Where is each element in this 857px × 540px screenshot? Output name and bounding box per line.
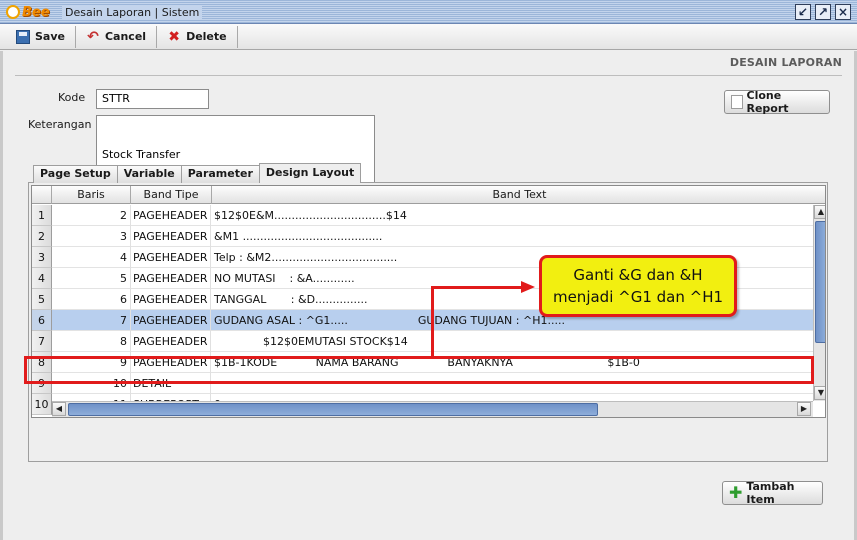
toolbar-separator [236, 25, 238, 48]
toolbar-separator [74, 25, 76, 48]
cell-band-tipe[interactable]: PAGEHEADER [131, 310, 211, 331]
column-header-baris[interactable]: Baris [52, 186, 131, 204]
rownum-header [32, 186, 52, 204]
row-number[interactable]: 5 [32, 289, 52, 310]
clone-report-label: Clone Report [746, 89, 789, 115]
clone-report-button[interactable]: Clone Report [724, 89, 830, 115]
toolbar: Save ↶ Cancel ✖ Delete [0, 24, 857, 50]
cell-band-tipe[interactable]: PAGEHEADER [131, 289, 211, 310]
row-number[interactable]: 10 [32, 394, 52, 415]
page-title: DESAIN LAPORAN [729, 56, 842, 69]
logo-text: Bee [22, 4, 50, 20]
tab-page-setup[interactable]: Page Setup [33, 165, 118, 183]
plus-icon: ✚ [729, 483, 743, 502]
scroll-left-icon[interactable]: ◀ [52, 402, 66, 416]
row-number[interactable]: 3 [32, 247, 52, 268]
table-row[interactable]: 2 3 PAGEHEADER &M1 ........................… [32, 226, 813, 247]
keterangan-label: Keterangan [28, 118, 92, 131]
column-header-band-text[interactable]: Band Text [212, 186, 825, 204]
kode-field[interactable]: STTR [96, 89, 209, 109]
delete-button[interactable]: ✖ Delete [159, 26, 235, 48]
cell-baris[interactable]: 4 [53, 247, 131, 268]
cell-baris[interactable]: 5 [53, 268, 131, 289]
cell-band-text[interactable]: $12$0EMUTASI STOCK$14 [212, 331, 812, 352]
tambah-item-label: Tambah Item [746, 480, 795, 506]
row-number[interactable]: 1 [32, 205, 52, 226]
arrow-head-icon [521, 281, 535, 293]
scroll-right-icon[interactable]: ▶ [797, 402, 811, 416]
tab-parameter[interactable]: Parameter [180, 165, 260, 183]
maximize-icon[interactable]: ↗ [815, 4, 831, 20]
vertical-scrollbar[interactable]: ▲ ▼ [813, 205, 825, 401]
cancel-button[interactable]: ↶ Cancel [78, 26, 154, 48]
cell-band-tipe[interactable]: PAGEHEADER [131, 205, 211, 226]
save-button[interactable]: Save [8, 26, 73, 48]
column-header-band-tipe[interactable]: Band Tipe [131, 186, 212, 204]
row-number[interactable]: 7 [32, 331, 52, 352]
window-title: Desain Laporan | Sistem [62, 6, 203, 19]
tab-strip: Page Setup Variable Parameter Design Lay… [33, 163, 362, 183]
window-controls: ↙ ↗ × [795, 4, 851, 20]
save-icon [16, 29, 30, 44]
vertical-scroll-thumb[interactable] [815, 221, 825, 343]
cell-band-tipe[interactable]: PAGEHEADER [131, 331, 211, 352]
title-bar: Bee Desain Laporan | Sistem ↙ ↗ × [0, 0, 857, 24]
kode-label: Kode [58, 91, 86, 104]
undo-icon: ↶ [87, 28, 99, 45]
cell-band-tipe[interactable]: PAGEHEADER [131, 247, 211, 268]
cell-baris[interactable]: 6 [53, 289, 131, 310]
table-header: Baris Band Tipe Band Text [32, 186, 825, 204]
minimize-icon[interactable]: ↙ [795, 4, 811, 20]
copy-icon [731, 95, 743, 109]
horizontal-scroll-thumb[interactable] [68, 403, 598, 416]
cell-baris[interactable]: 7 [53, 310, 131, 331]
delete-x-icon: ✖ [168, 28, 180, 45]
logo-mark-icon [6, 5, 20, 19]
tambah-item-button[interactable]: ✚ Tambah Item [722, 480, 823, 506]
cancel-label: Cancel [104, 30, 147, 43]
scroll-down-icon[interactable]: ▼ [814, 386, 825, 400]
callout-line-1: Ganti &G dan &H [573, 266, 703, 284]
cell-band-text[interactable]: &M1 ....................................… [212, 226, 812, 247]
table-row[interactable]: 7 8 PAGEHEADER $12$0EMUTASI STOCK$14 [32, 331, 813, 352]
save-label: Save [35, 30, 65, 43]
tab-variable[interactable]: Variable [116, 165, 182, 183]
cell-baris[interactable]: 3 [53, 226, 131, 247]
app-logo: Bee [6, 4, 50, 20]
horizontal-scrollbar[interactable]: ◀ ▶ [52, 401, 813, 417]
annotation-callout: Ganti &G dan &H menjadi ^G1 dan ^H1 [539, 255, 737, 317]
table-row[interactable]: 1 2 PAGEHEADER $12$0E&M....................… [32, 205, 813, 226]
divider [15, 75, 842, 76]
row-number[interactable]: 2 [32, 226, 52, 247]
toolbar-separator [156, 25, 158, 48]
scroll-up-icon[interactable]: ▲ [814, 205, 825, 219]
callout-line-2: menjadi ^G1 dan ^H1 [552, 288, 724, 306]
row-number[interactable]: 6 [32, 310, 52, 331]
arrow-line [431, 286, 434, 356]
tab-design-layout[interactable]: Design Layout [258, 163, 362, 183]
cell-band-tipe[interactable]: PAGEHEADER [131, 226, 211, 247]
row-number[interactable]: 4 [32, 268, 52, 289]
cell-band-text[interactable]: $12$0E&M................................… [212, 205, 812, 226]
cell-baris[interactable]: 8 [53, 331, 131, 352]
close-icon[interactable]: × [835, 4, 851, 20]
cell-band-tipe[interactable]: PAGEHEADER [131, 268, 211, 289]
arrow-line [431, 286, 523, 289]
cell-baris[interactable]: 2 [53, 205, 131, 226]
highlight-box [24, 356, 814, 384]
delete-label: Delete [186, 30, 227, 43]
